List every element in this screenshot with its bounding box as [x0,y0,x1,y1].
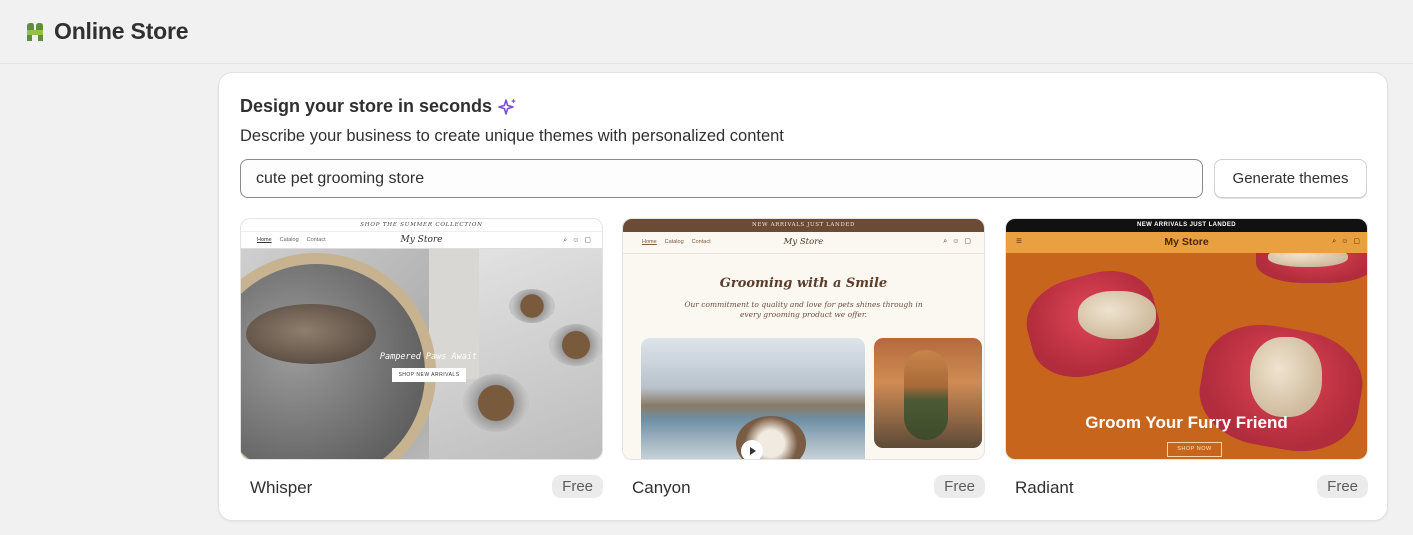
theme-preview-radiant[interactable]: NEW ARRIVALS JUST LANDED ≡ My Store ⌕☺▢ … [1005,218,1368,460]
card-title: Design your store in seconds [240,96,493,116]
theme-generator-card: Design your store in seconds Describe yo… [218,72,1388,521]
preview-nav: Home Catalog Contact My Store ⌕☺▢ [241,232,602,249]
preview-cta-button: SHOP NOW [1167,442,1222,457]
theme-preview-whisper[interactable]: SHOP THE SUMMER COLLECTION Home Catalog Co… [240,218,603,460]
theme-card-whisper[interactable]: SHOP THE SUMMER COLLECTION Home Catalog Co… [240,218,603,498]
card-heading: Design your store in seconds [240,96,518,117]
hero-bowl [509,289,555,323]
preview-video-image [641,338,865,459]
shopify-bag-icon [27,22,43,41]
search-icon: ⌕ [563,237,573,244]
theme-name: Radiant [1015,478,1074,497]
account-icon: ☺ [572,237,585,244]
page-title: Online Store [54,18,189,44]
price-badge: Free [552,475,603,498]
preview-nav: Home Catalog Contact My Store ⌕☺▢ [623,232,984,254]
cart-icon: ▢ [964,238,976,245]
hero-bowl [463,374,529,432]
preview-heading: Grooming with a Smile [719,276,888,291]
account-icon: ☺ [1341,238,1354,245]
preview-brand: My Store [783,237,824,247]
preview-nav-icons: ⌕☺▢ [1332,237,1365,246]
price-badge: Free [1317,475,1368,498]
card-subtitle: Describe your business to create unique … [240,127,784,145]
preview-nav-icons: ⌕☺▢ [563,236,596,245]
top-bar: Online Store [0,0,1413,64]
cart-icon: ▢ [1353,238,1365,245]
preview-hero-image: Pampered Paws Await SHOP NEW ARRIVALS [241,249,602,459]
hero-pug [1078,291,1156,339]
hero-pug [1250,337,1322,417]
preview-cta-button: SHOP NEW ARRIVALS [392,368,466,382]
theme-preview-canyon[interactable]: NEW ARRIVALS JUST LANDED Home Catalog Cont… [622,218,985,460]
preview-hero-text: Pampered Paws Await [379,352,478,362]
theme-name: Whisper [250,478,313,497]
preview-hero-text: Groom Your Furry Friend [1085,413,1288,432]
preview-hero-image: Groom Your Furry Friend SHOP NOW [1006,253,1367,459]
preview-nav: ≡ My Store ⌕☺▢ [1006,232,1367,253]
preview-text: Our commitment to quality and love for p… [684,300,923,319]
preview-announcement-bar: SHOP THE SUMMER COLLECTION [241,219,602,232]
preview-body: Grooming with a Smile Our commitment to … [623,254,984,459]
price-badge: Free [934,475,985,498]
preview-brand: My Store [400,235,443,245]
preview-brand: My Store [1164,236,1209,248]
sparkle-icon [498,98,517,115]
theme-name: Canyon [632,478,691,497]
preview-dog [904,350,948,440]
theme-card-canyon[interactable]: NEW ARRIVALS JUST LANDED Home Catalog Cont… [622,218,985,498]
play-icon [741,440,763,459]
preview-nav-icons: ⌕☺▢ [943,237,976,246]
account-icon: ☺ [952,238,965,245]
generate-themes-button[interactable]: Generate themes [1214,159,1367,198]
theme-card-radiant[interactable]: NEW ARRIVALS JUST LANDED ≡ My Store ⌕☺▢ … [1005,218,1368,498]
cart-icon: ▢ [584,237,596,244]
preview-announcement-bar: NEW ARRIVALS JUST LANDED [1006,219,1367,232]
preview-announcement-bar: NEW ARRIVALS JUST LANDED [623,219,984,232]
business-description-input[interactable] [240,159,1203,198]
search-icon: ⌕ [1332,238,1342,245]
preview-dog-image [874,338,982,448]
search-icon: ⌕ [943,238,953,245]
